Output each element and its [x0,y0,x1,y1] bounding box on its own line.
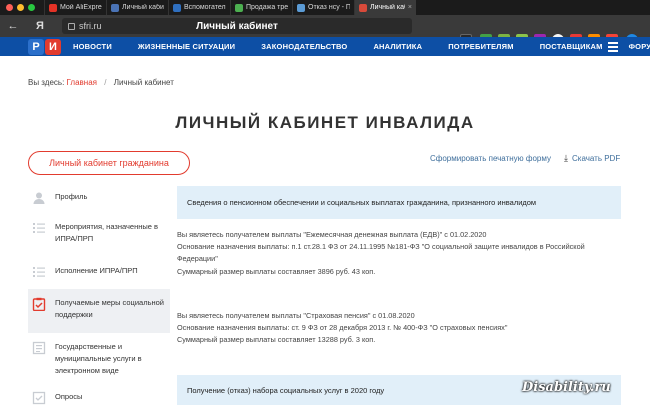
browser-tab[interactable]: Продажа трехком [230,0,292,15]
menu-item-consumers[interactable]: ПОТРЕБИТЕЛЯМ [448,42,513,51]
sidebar: Профиль Мероприятия, назначенные в ИПРА/… [28,183,170,406]
site-logo[interactable]: Р И [28,38,61,55]
breadcrumb-home-link[interactable]: Главная [67,78,97,87]
yandex-icon[interactable]: Я [32,20,48,32]
browser-tab-active[interactable]: Личный кабине× [354,0,416,15]
survey-icon [32,391,46,405]
section-pension-info-header: Сведения о пенсионном обеспечении и соци… [177,186,621,219]
aliexpress-favicon-icon [49,3,57,12]
browser-tab[interactable]: Отказ нсу - Пенси [292,0,354,15]
sidebar-item-e-services[interactable]: Государственные и муниципальные услуги в… [28,333,170,383]
sidebar-item-surveys[interactable]: Опросы [28,383,170,406]
page-title: ЛИЧНЫЙ КАБИНЕТ ИНВАЛИДА [175,113,475,132]
browser-tab[interactable]: Личный кабинет [106,0,168,15]
sidebar-item-profile[interactable]: Профиль [28,183,170,213]
clipboard-check-icon [32,297,46,311]
site-favicon-icon [235,3,243,12]
site-favicon-icon [359,3,367,12]
list-icon [33,267,45,277]
window-controls [0,4,44,11]
menu-item-forum[interactable]: ФОРУМ [629,42,650,51]
menu-item-news[interactable]: НОВОСТИ [73,42,112,51]
menu-item-suppliers[interactable]: ПОСТАВЩИКАМ [540,42,603,51]
browser-toolbar: ← Я sfri.ru Личный кабинет [0,15,650,46]
site-header: Р И НОВОСТИ ЖИЗНЕННЫЕ СИТУАЦИИ ЗАКОНОДАТ… [0,37,650,56]
form-icon [32,341,46,355]
list-icon [33,223,45,233]
site-favicon-icon [297,3,305,12]
menu-item-analytics[interactable]: АНАЛИТИКА [373,42,422,51]
minimize-window-icon[interactable] [17,4,24,11]
payment-block-edv: Вы являетесь получателем выплаты "Ежемес… [177,230,585,276]
breadcrumb: Вы здесь: Главная / Личный кабинет [28,78,174,87]
close-window-icon[interactable] [6,4,13,11]
back-arrow-icon[interactable]: ← [6,20,20,32]
browser-tab-bar: Мой AliExpress: У Личный кабинет Вспомог… [0,0,650,15]
browser-tab[interactable]: Вспомогательный [168,0,230,15]
user-icon [33,192,45,204]
download-pdf-link[interactable]: ⤓ Скачать PDF [564,153,620,164]
watermark: Disability.ru [522,380,611,395]
address-bar[interactable]: sfri.ru Личный кабинет [62,18,412,34]
menu-item-life-situations[interactable]: ЖИЗНЕННЫЕ СИТУАЦИИ [138,42,235,51]
citizen-cabinet-button[interactable]: Личный кабинет гражданина [28,151,190,175]
breadcrumb-current: Личный кабинет [113,78,174,87]
hamburger-menu-icon[interactable] [608,42,618,54]
main-content: Сведения о пенсионном обеспечении и соци… [177,186,621,406]
main-menu: НОВОСТИ ЖИЗНЕННЫЕ СИТУАЦИИ ЗАКОНОДАТЕЛЬС… [73,42,650,51]
menu-item-legislation[interactable]: ЗАКОНОДАТЕЛЬСТВО [261,42,347,51]
address-page-title: Личный кабинет [196,20,278,32]
payment-block-insurance-pension: Вы являетесь получателем выплаты "Страхо… [177,310,508,345]
download-icon: ⤓ [564,153,568,163]
sidebar-item-social-support[interactable]: Получаемые меры социальной поддержки [28,289,170,333]
close-tab-icon[interactable]: × [408,4,412,11]
site-favicon-icon [173,3,181,12]
print-form-link[interactable]: Сформировать печатную форму [430,154,551,163]
maximize-window-icon[interactable] [28,4,35,11]
sidebar-item-ipra-execution[interactable]: Исполнение ИПРА/ПРП [28,257,170,289]
site-favicon-icon [111,3,119,12]
sidebar-item-ipra-activities[interactable]: Мероприятия, назначенные в ИПРА/ПРП [28,213,170,257]
browser-tab[interactable]: Мой AliExpress: У [44,0,106,15]
